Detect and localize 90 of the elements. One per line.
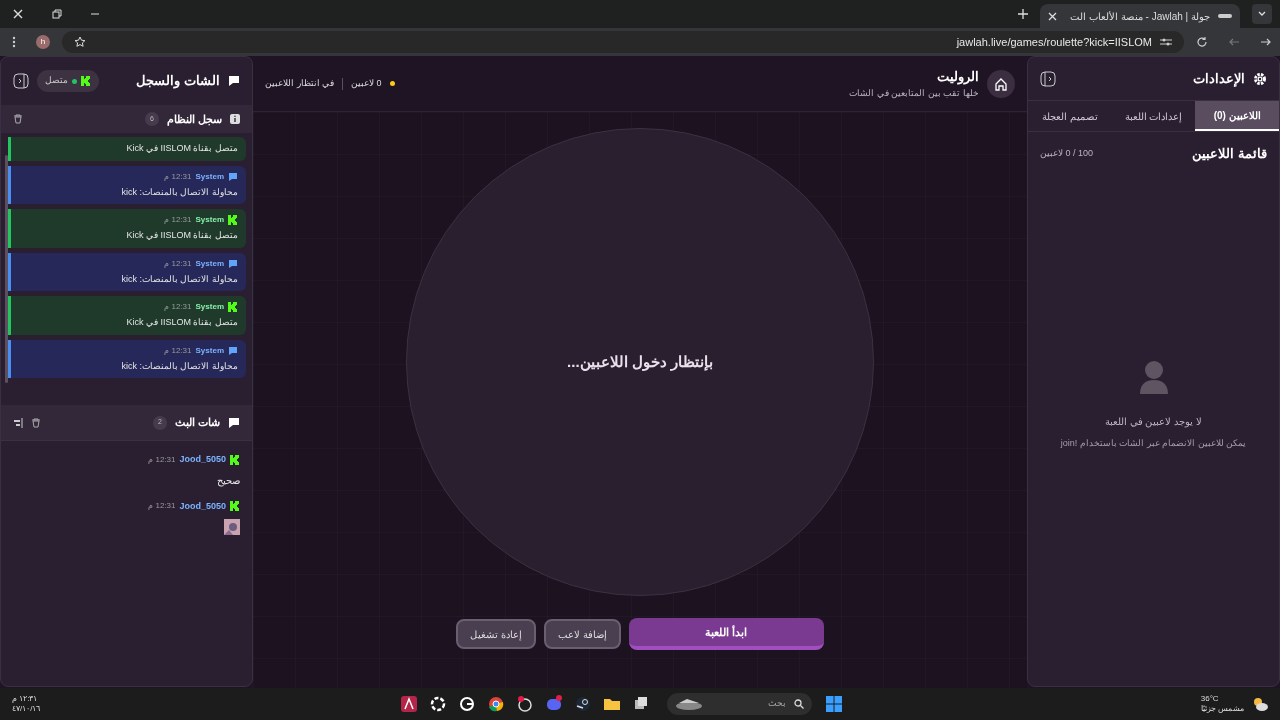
player-count: 100 / 0 لاعبين: [1040, 147, 1094, 161]
forward-icon[interactable]: [1260, 36, 1272, 48]
platform-icon: [81, 76, 91, 86]
home-button[interactable]: [987, 69, 1015, 98]
username: Jood_5050: [179, 499, 226, 513]
profile-avatar[interactable]: h: [36, 35, 50, 49]
temperature[interactable]: 36°C: [1200, 694, 1219, 704]
new-tab-icon[interactable]: [1018, 9, 1028, 19]
person-icon: [1138, 359, 1169, 394]
empty-hint: يمكن للاعبين الانضمام عبر الشات باستخدام !join: [1060, 436, 1247, 450]
start-game-button[interactable]: ابدأ اللعبة: [628, 618, 824, 650]
browser-tab[interactable]: جولة | Jawlah - منصة الألعاب الت: [1040, 4, 1240, 28]
log-text: متصل بقناة IISLOM في Kick: [125, 316, 238, 329]
weather-icon[interactable]: [1252, 696, 1268, 712]
settings-icon: [1253, 71, 1267, 86]
weather-text[interactable]: مشمس جزئيًا: [1200, 704, 1244, 714]
sender-name: System: [195, 257, 224, 270]
sender-name: System: [195, 301, 224, 313]
platform-icon: [228, 302, 238, 312]
game-status: في انتظار اللاعبين: [265, 76, 334, 91]
game-title: الروليت: [936, 68, 979, 87]
home-icon: [994, 76, 1008, 91]
log-text: متصل بقناة IISLOM في Kick: [125, 229, 238, 242]
search-placeholder: بحث: [767, 697, 787, 711]
search-field[interactable]: بحث: [667, 693, 813, 715]
message-time: 12:31 م: [164, 257, 192, 270]
search-icon: [794, 699, 805, 709]
settings-tab[interactable]: إعدادات اللعبة: [1111, 101, 1196, 131]
list-title: قائمة اللاعبين: [1192, 145, 1267, 164]
log-text: محاولة الاتصال بالمنصات: kick: [120, 272, 238, 286]
tab-search-button[interactable]: [1252, 4, 1272, 24]
wheel-text: بإنتظار دخول اللاعبين...: [567, 351, 713, 373]
clock-date[interactable]: ٤٧/١٠/١٦: [12, 704, 41, 714]
chat-bubble-icon: [228, 345, 238, 356]
chat-icon: [228, 75, 240, 87]
connection-status: متصل: [45, 74, 68, 88]
chat-bubble-icon: [228, 258, 238, 269]
tab-title: جولة | Jawlah - منصة الألعاب الت: [1069, 9, 1210, 24]
sender-name: System: [195, 170, 224, 183]
trash-icon[interactable]: [13, 114, 23, 124]
log-text: محاولة الاتصال بالمنصات: kick: [120, 359, 238, 373]
message-time: 12:31 م: [164, 344, 192, 357]
chat-icon: [228, 416, 240, 429]
scrollbar[interactable]: [5, 155, 8, 383]
restore-icon[interactable]: [52, 9, 62, 19]
sender-name: System: [195, 214, 224, 226]
close-icon[interactable]: [12, 8, 24, 20]
settings-tab[interactable]: تصميم العجلة: [1028, 101, 1112, 131]
platform-icon: [230, 501, 240, 512]
message-time: 12:31 م: [164, 214, 192, 226]
message-time: 12:31 م: [148, 500, 176, 513]
game-subtitle: خلها تقب بين المتابعين في الشات: [849, 86, 979, 100]
close-icon[interactable]: [1048, 11, 1057, 21]
platform-icon: [230, 454, 240, 465]
log-text: محاولة الاتصال بالمنصات: kick: [120, 185, 238, 199]
site-icon: [1218, 12, 1232, 20]
empty-title: لا يوجد لاعبين في اللعبة: [1104, 414, 1203, 429]
platform-icon: [228, 215, 238, 225]
align-icon[interactable]: [13, 417, 23, 428]
panel-title: الإعدادات: [1193, 69, 1245, 89]
players-status: 0 لاعبين: [351, 76, 382, 91]
log-text: متصل بقناة IISLOM في Kick: [125, 142, 238, 155]
site-settings-icon[interactable]: [1160, 37, 1172, 47]
start-icon[interactable]: [826, 696, 843, 712]
settings-tab[interactable]: اللاعبين (0): [1195, 101, 1279, 131]
username: Jood_5050: [179, 453, 226, 466]
action-button[interactable]: إضافة لاعب: [544, 619, 621, 649]
collapse-panel-icon[interactable]: [1040, 70, 1056, 87]
section-title: شات البث: [174, 415, 220, 431]
app-icon[interactable]: [399, 694, 420, 714]
info-icon: [230, 114, 240, 124]
clock-time[interactable]: ١٢:٣١ م: [12, 694, 41, 704]
chevron-down-icon: [1258, 11, 1266, 17]
message-time: 12:31 م: [164, 301, 192, 313]
trash-icon[interactable]: [31, 417, 41, 428]
address-bar[interactable]: jawlah.live/games/roulette?kick=IISLOM: [62, 31, 1184, 53]
reload-icon[interactable]: [1196, 36, 1208, 48]
panel-title: الشات والسجل: [136, 72, 220, 91]
sender-name: System: [195, 344, 224, 357]
more-icon[interactable]: [12, 36, 16, 48]
back-icon[interactable]: [1228, 36, 1240, 48]
url-text: jawlah.live/games/roulette?kick=IISLOM: [956, 34, 1152, 50]
action-button[interactable]: إعادة تشغيل: [456, 619, 536, 649]
star-icon[interactable]: [74, 36, 86, 48]
collapse-panel-icon[interactable]: [13, 73, 29, 89]
message-time: 12:31 م: [164, 170, 192, 183]
chat-bubble-icon: [228, 171, 238, 182]
message-time: 12:31 م: [148, 453, 176, 466]
section-title: سجل النظام: [166, 111, 222, 128]
chat-message: صحيح: [216, 473, 240, 488]
